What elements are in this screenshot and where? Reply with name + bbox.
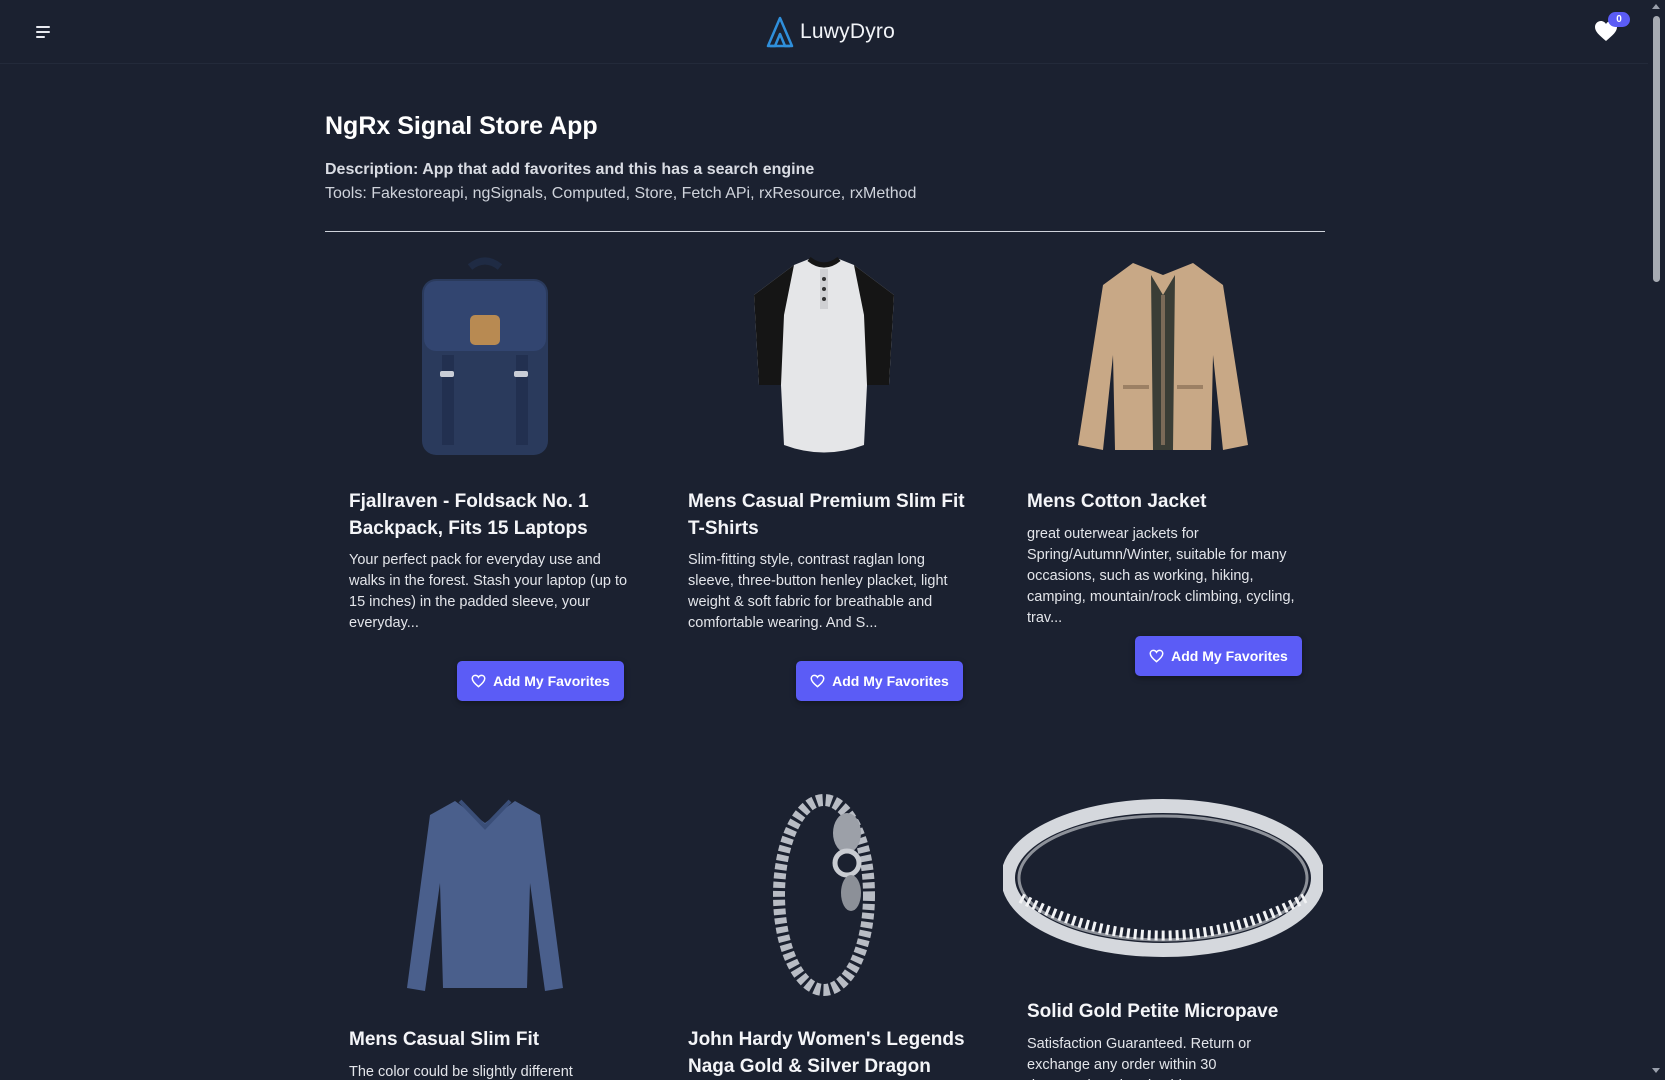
favorites-count-badge: 0 <box>1608 12 1630 27</box>
add-favorite-button[interactable]: Add My Favorites <box>796 661 963 701</box>
jacket-image <box>1003 260 1323 460</box>
app-description: Description: App that add favorites and … <box>325 161 815 178</box>
product-title[interactable]: Mens Cotton Jacket <box>1027 488 1312 515</box>
backpack-image <box>325 257 645 460</box>
app-root: LuwyDyro 0 NgRx Signal Store App Descrip… <box>0 0 1665 1080</box>
top-header: LuwyDyro 0 <box>0 0 1648 64</box>
add-favorite-button[interactable]: Add My Favorites <box>457 661 624 701</box>
product-description: The color could be slightly different <box>349 1064 573 1080</box>
product-title[interactable]: Mens Casual Slim Fit <box>349 1026 634 1053</box>
product-title[interactable]: Solid Gold Petite Micropave <box>1027 998 1312 1025</box>
heart-outline-icon <box>1149 649 1164 663</box>
product-title[interactable]: Mens Casual Premium Slim Fit T-Shirts <box>688 488 973 542</box>
longsleeve-image <box>325 798 645 998</box>
add-favorite-label: Add My Favorites <box>832 673 949 689</box>
add-favorite-label: Add My Favorites <box>493 673 610 689</box>
product-card: Mens Cotton Jacket great outerwear jacke… <box>1003 260 1323 720</box>
ring-image <box>1003 798 1323 998</box>
product-card: John Hardy Women's Legends Naga Gold & S… <box>664 794 984 1080</box>
brand-logo[interactable]: LuwyDyro <box>766 16 895 48</box>
product-card: Fjallraven - Foldsack No. 1 Backpack, Fi… <box>325 257 645 750</box>
product-card: Mens Casual Premium Slim Fit T-Shirts Sl… <box>664 256 984 750</box>
menu-icon[interactable] <box>34 22 54 42</box>
scroll-down-arrow-icon[interactable] <box>1652 1068 1660 1073</box>
logo-mark-icon <box>766 16 794 48</box>
heart-outline-icon <box>810 674 825 688</box>
intro-divider <box>325 231 1325 232</box>
scroll-thumb[interactable] <box>1653 16 1660 282</box>
product-description: great outerwear jackets for Spring/Autum… <box>1027 526 1295 626</box>
app-tools: Tools: Fakestoreapi, ngSignals, Computed… <box>325 185 917 202</box>
page-scrollbar[interactable] <box>1648 0 1665 1080</box>
product-card: Solid Gold Petite Micropave Satisfaction… <box>1003 798 1323 1080</box>
product-description: Satisfaction Guaranteed. Return or excha… <box>1027 1036 1252 1080</box>
product-description: Your perfect pack for everyday use and w… <box>349 552 628 631</box>
heart-outline-icon <box>471 674 486 688</box>
add-favorite-label: Add My Favorites <box>1171 648 1288 664</box>
product-title[interactable]: John Hardy Women's Legends Naga Gold & S… <box>688 1026 973 1080</box>
intro-section: NgRx Signal Store App Description: App t… <box>325 112 1325 203</box>
product-title[interactable]: Fjallraven - Foldsack No. 1 Backpack, Fi… <box>349 488 634 542</box>
product-description: Slim-fitting style, contrast raglan long… <box>688 552 948 631</box>
brand-name: LuwyDyro <box>800 20 895 43</box>
product-card: Mens Casual Slim Fit The color could be … <box>325 798 645 1080</box>
tshirt-image <box>664 256 984 460</box>
bracelet-image <box>664 794 984 998</box>
add-favorite-button[interactable]: Add My Favorites <box>1135 636 1302 676</box>
page-title: NgRx Signal Store App <box>325 112 598 140</box>
scroll-up-arrow-icon[interactable] <box>1652 4 1660 9</box>
